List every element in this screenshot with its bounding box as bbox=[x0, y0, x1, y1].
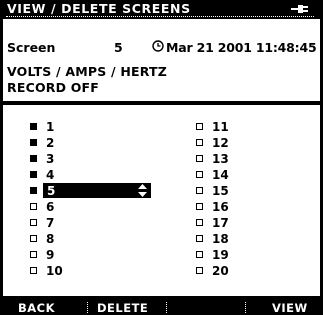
empty-screen-indicator bbox=[196, 219, 203, 226]
empty-screen-indicator bbox=[30, 203, 37, 210]
screen-item-label: 15 bbox=[212, 184, 229, 198]
up-down-arrows-icon[interactable] bbox=[138, 184, 147, 197]
selection-highlight[interactable]: 5 bbox=[43, 183, 151, 198]
measurement-mode: VOLTS / AMPS / HERTZ bbox=[7, 64, 167, 79]
empty-screen-indicator bbox=[30, 235, 37, 242]
stored-screen-indicator bbox=[30, 187, 37, 194]
empty-screen-indicator bbox=[30, 219, 37, 226]
screen-item-label: 1 bbox=[46, 120, 55, 134]
screen-item-label: 20 bbox=[212, 264, 229, 278]
instrument-screen: VIEW / DELETE SCREENS Screen 5 Mar 21 20… bbox=[0, 0, 323, 315]
screen-item-label: 14 bbox=[212, 168, 229, 182]
empty-screen-indicator bbox=[30, 267, 37, 274]
screen-item-label: 9 bbox=[46, 248, 55, 262]
stored-screen-indicator bbox=[30, 123, 37, 130]
screen-list: 1 2 3 4 5 6 7 8 9 10 11 12 13 14 15 16 1… bbox=[3, 105, 320, 296]
empty-screen-indicator bbox=[196, 203, 203, 210]
screen-item-label: 17 bbox=[212, 216, 229, 230]
softkey-divider bbox=[87, 302, 88, 313]
view-button[interactable]: VIEW bbox=[272, 301, 308, 315]
screen-item-label: 4 bbox=[46, 168, 55, 182]
screen-item-label: 6 bbox=[46, 200, 55, 214]
empty-screen-indicator bbox=[196, 171, 203, 178]
screen-item-label: 7 bbox=[46, 216, 55, 230]
stored-screen-indicator bbox=[30, 139, 37, 146]
empty-screen-indicator bbox=[196, 123, 203, 130]
stored-screen-indicator bbox=[30, 171, 37, 178]
screen-number: 5 bbox=[114, 40, 123, 55]
empty-screen-indicator bbox=[196, 155, 203, 162]
screen-item-label: 5 bbox=[47, 184, 56, 198]
empty-screen-indicator bbox=[30, 251, 37, 258]
softkey-bar: BACK DELETE VIEW bbox=[0, 300, 323, 315]
screen-item-label: 10 bbox=[46, 264, 63, 278]
screen-item-label: 19 bbox=[212, 248, 229, 262]
empty-screen-indicator bbox=[196, 139, 203, 146]
screen-item-label: 8 bbox=[46, 232, 55, 246]
screen-item-label: 11 bbox=[212, 120, 229, 134]
screen-item-label: 18 bbox=[212, 232, 229, 246]
empty-screen-indicator bbox=[196, 267, 203, 274]
header-divider bbox=[6, 16, 314, 17]
back-button[interactable]: BACK bbox=[18, 301, 55, 315]
record-status: RECORD OFF bbox=[7, 80, 100, 95]
screen-item-label: 13 bbox=[212, 152, 229, 166]
delete-button[interactable]: DELETE bbox=[97, 301, 148, 315]
clock-icon bbox=[152, 40, 164, 52]
datetime: Mar 21 2001 11:48:45 bbox=[166, 40, 317, 55]
screen-item-label: 3 bbox=[46, 152, 55, 166]
screen-item-label: 16 bbox=[212, 200, 229, 214]
screen-info-panel: Screen 5 Mar 21 2001 11:48:45 VOLTS / AM… bbox=[3, 19, 320, 101]
empty-screen-indicator bbox=[196, 187, 203, 194]
page-title: VIEW / DELETE SCREENS bbox=[7, 1, 191, 16]
stored-screen-indicator bbox=[30, 155, 37, 162]
screen-label: Screen bbox=[7, 40, 56, 55]
empty-screen-indicator bbox=[196, 235, 203, 242]
title-bar: VIEW / DELETE SCREENS bbox=[3, 0, 320, 17]
softkey-divider bbox=[166, 302, 167, 313]
plug-icon bbox=[291, 5, 308, 13]
screen-item-label: 2 bbox=[46, 136, 55, 150]
softkey-divider bbox=[245, 302, 246, 313]
screen-item-label: 12 bbox=[212, 136, 229, 150]
empty-screen-indicator bbox=[196, 251, 203, 258]
